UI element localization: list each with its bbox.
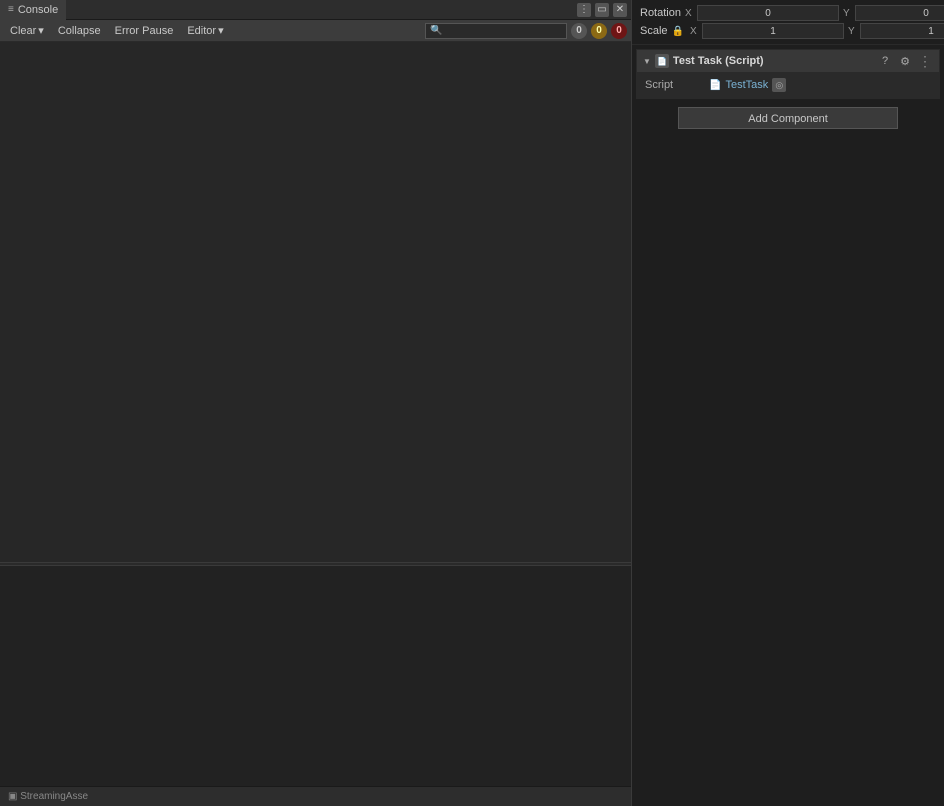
component-body: Script 📄 TestTask ◎ (637, 72, 939, 98)
rotation-y-input[interactable] (855, 5, 944, 21)
console-panel: ≡ Console ⋮ ▭ ✕ Clear ▾ Collapse Error P… (0, 0, 632, 806)
status-bar: ▣ StreamingAsse (0, 786, 631, 806)
script-select-button[interactable]: ◎ (772, 78, 786, 92)
tab-menu-button[interactable]: ⋮ (577, 3, 591, 17)
warn-count: 0 (591, 23, 607, 39)
scale-lock-icon[interactable]: 🔒 (672, 26, 684, 37)
inspector-panel: Rotation X Y Z Scale 🔒 X Y (632, 0, 944, 806)
component-title: Test Task (Script) (673, 55, 873, 67)
rotation-section: Rotation X Y Z Scale 🔒 X Y (632, 0, 944, 45)
scale-label: Scale (640, 25, 668, 37)
info-count: 0 (611, 23, 627, 39)
warn-badge: 0 (591, 23, 607, 39)
clear-label: Clear (10, 25, 36, 37)
editor-dropdown-icon: ▾ (218, 24, 224, 37)
scale-x-group: X (690, 23, 844, 39)
component-header-buttons: ? ⚙ ⋮ (877, 53, 933, 69)
rotation-x-input[interactable] (697, 5, 839, 21)
rotation-row: Rotation X Y Z (632, 4, 944, 22)
scale-x-label: X (690, 26, 700, 37)
rotation-x-group: X (685, 5, 839, 21)
status-text: ▣ StreamingAsse (8, 791, 88, 802)
clear-dropdown-icon: ▾ (38, 24, 44, 37)
console-tab-label: Console (18, 4, 58, 16)
console-detail-area[interactable] (0, 566, 631, 786)
tab-close-button[interactable]: ✕ (613, 3, 627, 17)
component-icon: 📄 (655, 54, 669, 68)
error-badge: 0 (571, 23, 587, 39)
console-tab[interactable]: ≡ Console (0, 0, 66, 20)
add-component-button[interactable]: Add Component (678, 107, 898, 129)
editor-button[interactable]: Editor ▾ (181, 22, 229, 40)
scale-row: Scale 🔒 X Y Z (632, 22, 944, 40)
scale-y-label: Y (848, 26, 858, 37)
info-badge: 0 (611, 23, 627, 39)
console-toolbar: Clear ▾ Collapse Error Pause Editor ▾ 0 … (0, 20, 631, 42)
collapse-label: Collapse (58, 25, 101, 37)
component-dots-menu[interactable]: ⋮ (917, 53, 933, 69)
rotation-y-group: Y (843, 5, 944, 21)
console-tab-bar: ≡ Console ⋮ ▭ ✕ (0, 0, 631, 20)
rotation-y-label: Y (843, 8, 853, 19)
script-field: Script 📄 TestTask ◎ (645, 76, 931, 94)
script-name: TestTask (725, 79, 768, 91)
search-input[interactable] (425, 23, 567, 39)
toolbar-right: 0 0 0 (425, 23, 627, 39)
inspector-content: ▼ 📄 Test Task (Script) ? ⚙ ⋮ Script 📄 Te… (632, 45, 944, 806)
component-header[interactable]: ▼ 📄 Test Task (Script) ? ⚙ ⋮ (637, 50, 939, 72)
scale-y-group: Y (848, 23, 944, 39)
console-log-area[interactable] (0, 42, 631, 562)
error-count: 0 (571, 23, 587, 39)
error-pause-label: Error Pause (115, 25, 174, 37)
component-settings-button[interactable]: ⚙ (897, 53, 913, 69)
collapse-button[interactable]: Collapse (52, 22, 107, 40)
editor-label: Editor (187, 25, 216, 37)
script-field-label: Script (645, 79, 705, 91)
rotation-x-label: X (685, 8, 695, 19)
test-task-component: ▼ 📄 Test Task (Script) ? ⚙ ⋮ Script 📄 Te… (636, 49, 940, 99)
scale-x-input[interactable] (702, 23, 844, 39)
component-icon-symbol: 📄 (657, 57, 667, 66)
scale-y-input[interactable] (860, 23, 944, 39)
console-tab-icon: ≡ (8, 4, 14, 15)
tab-controls: ⋮ ▭ ✕ (577, 3, 627, 17)
error-pause-button[interactable]: Error Pause (109, 22, 180, 40)
clear-button[interactable]: Clear ▾ (4, 22, 50, 40)
script-field-value: 📄 TestTask ◎ (709, 78, 931, 92)
tab-minimize-button[interactable]: ▭ (595, 3, 609, 17)
script-file-icon: 📄 (709, 80, 721, 91)
rotation-label: Rotation (640, 7, 681, 19)
component-collapse-arrow: ▼ (643, 57, 651, 66)
component-help-button[interactable]: ? (877, 53, 893, 69)
